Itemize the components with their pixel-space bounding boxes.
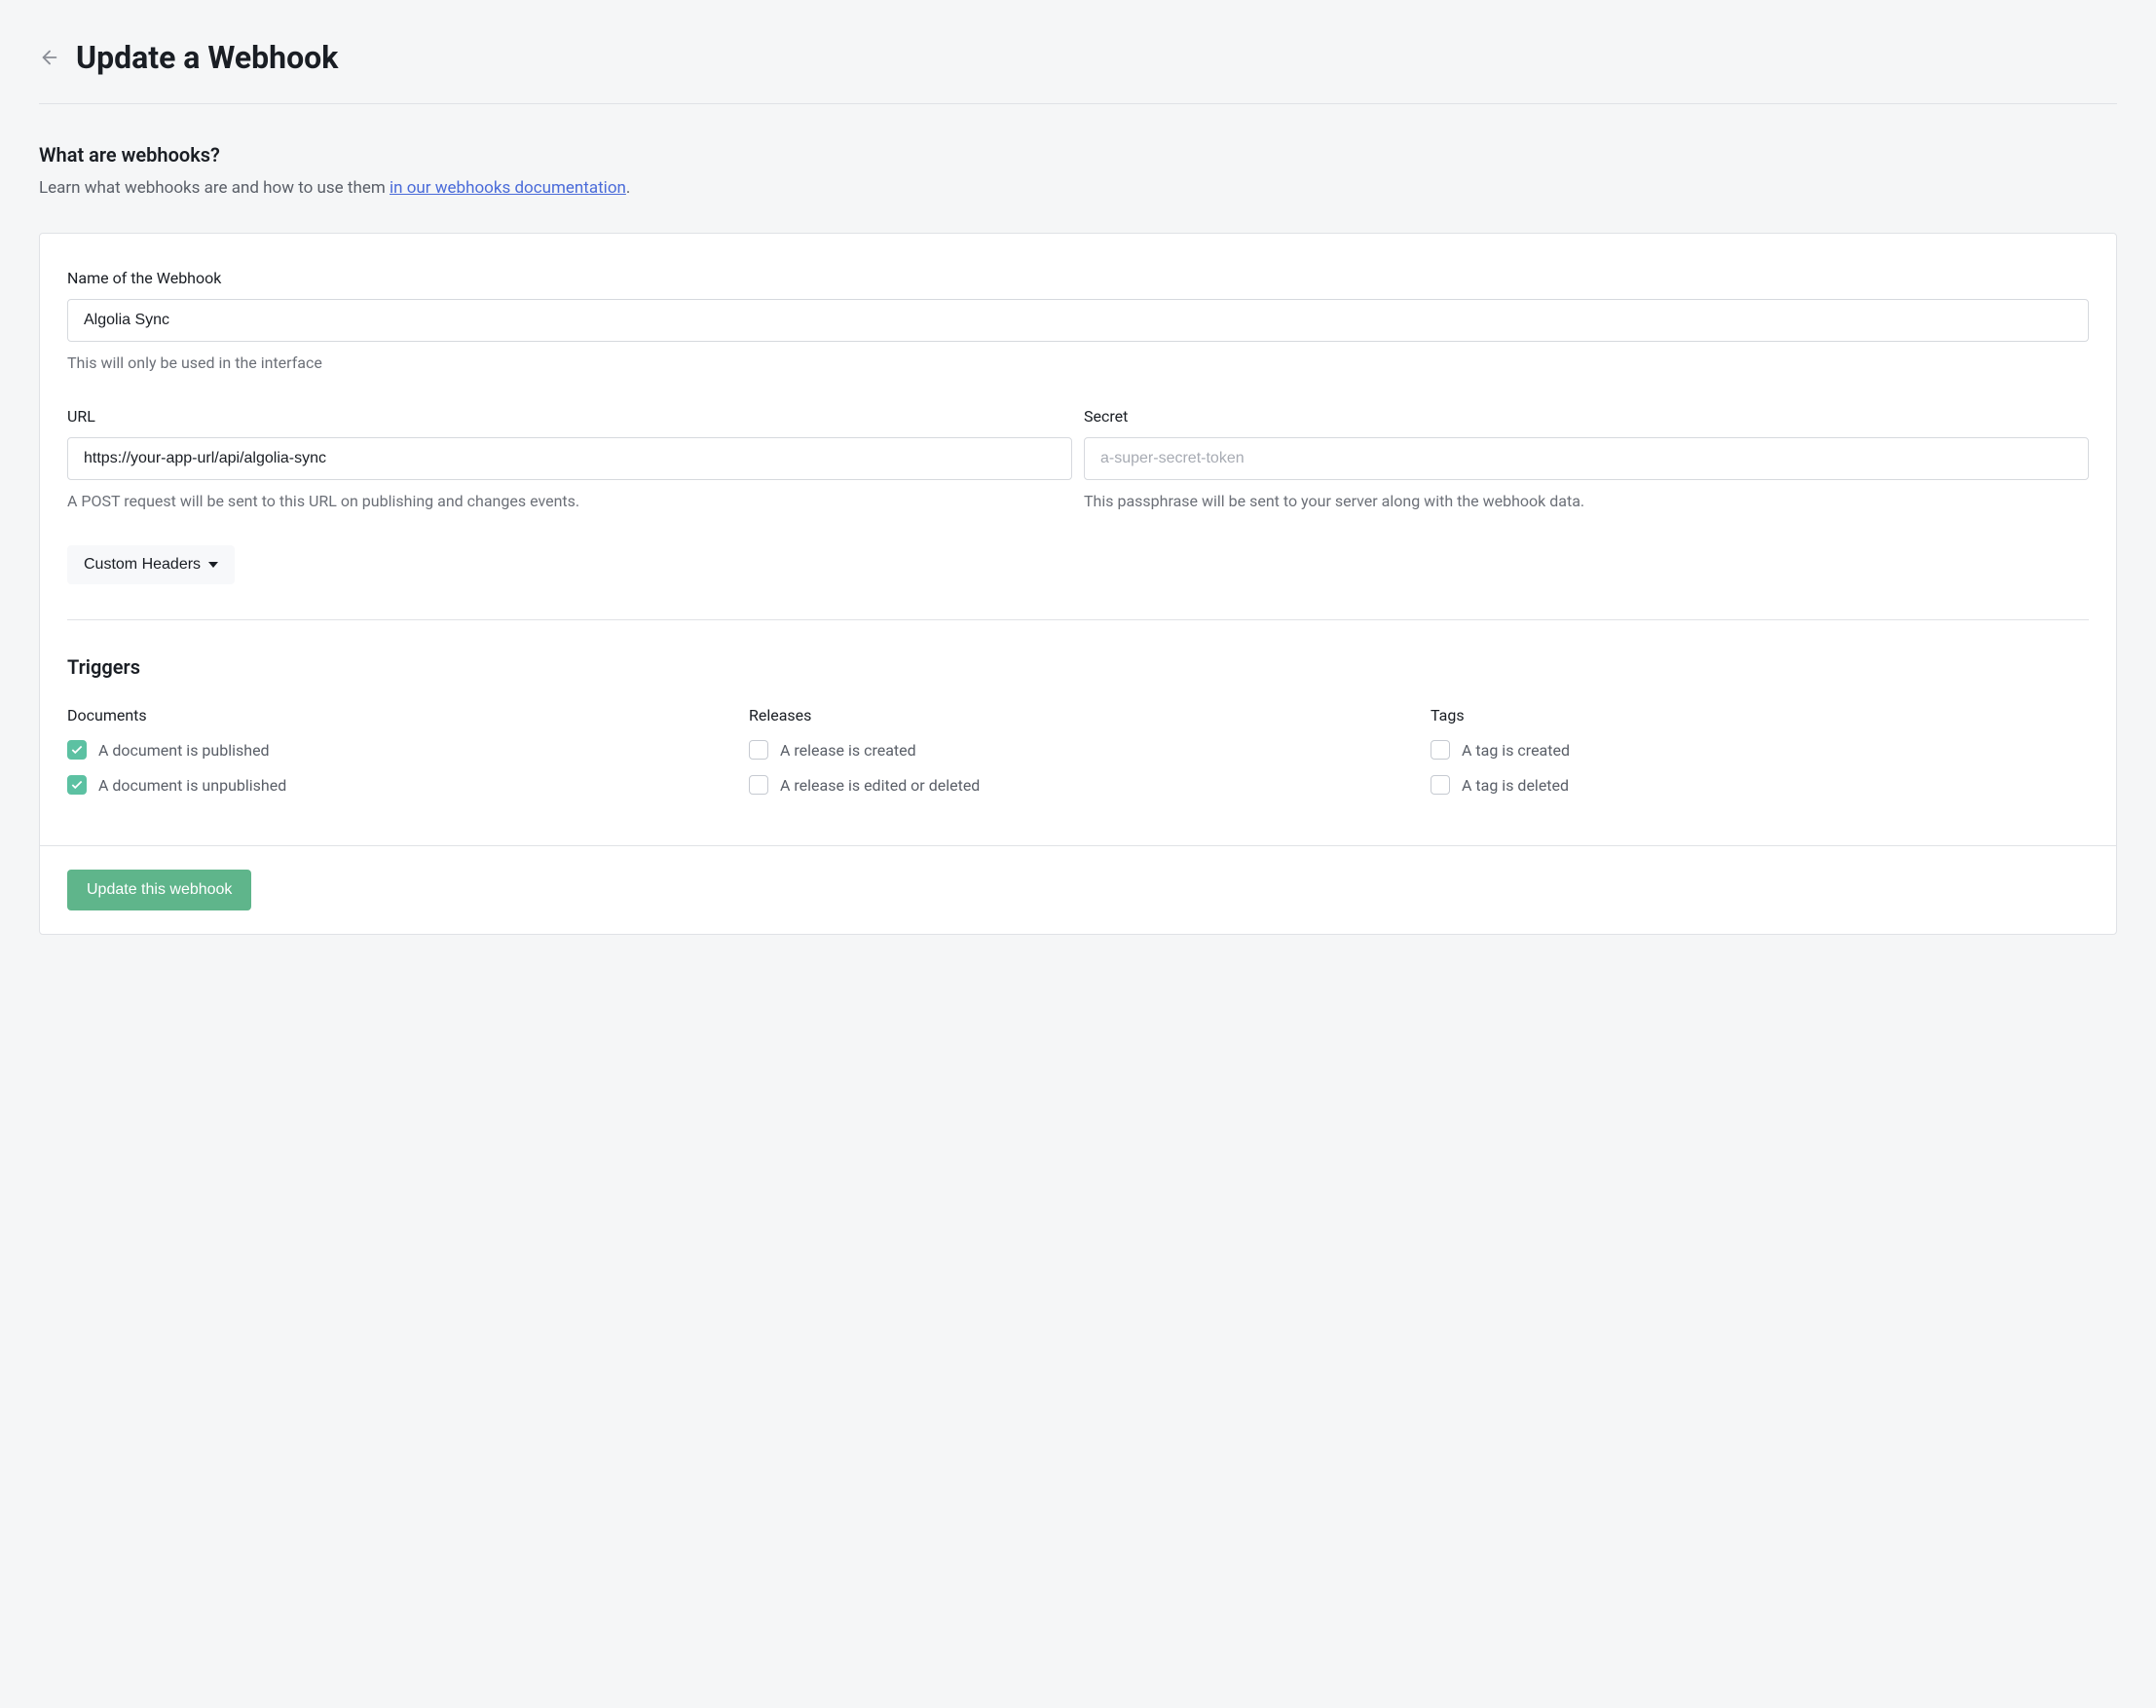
page-title: Update a Webhook bbox=[76, 39, 338, 76]
secret-input[interactable] bbox=[1084, 437, 2089, 480]
trigger-document-unpublished-checkbox[interactable] bbox=[67, 775, 87, 795]
secret-label: Secret bbox=[1084, 407, 2089, 426]
name-label: Name of the Webhook bbox=[67, 269, 2089, 287]
update-webhook-button[interactable]: Update this webhook bbox=[67, 870, 251, 910]
name-helper: This will only be used in the interface bbox=[67, 353, 2089, 372]
triggers-documents-label: Documents bbox=[67, 706, 725, 724]
trigger-tag-deleted-checkbox[interactable] bbox=[1431, 775, 1450, 795]
trigger-release-edited-deleted-checkbox[interactable] bbox=[749, 775, 768, 795]
triggers-releases-col: Releases A release is created A release … bbox=[749, 706, 1407, 810]
triggers-releases-label: Releases bbox=[749, 706, 1407, 724]
trigger-tag-deleted-label: A tag is deleted bbox=[1462, 776, 1569, 795]
trigger-document-unpublished-label: A document is unpublished bbox=[98, 776, 286, 795]
secret-group: Secret This passphrase will be sent to y… bbox=[1084, 407, 2089, 510]
docs-link[interactable]: in our webhooks documentation bbox=[390, 178, 626, 198]
trigger-release-created-checkbox[interactable] bbox=[749, 740, 768, 760]
url-secret-row: URL A POST request will be sent to this … bbox=[67, 407, 2089, 545]
caret-down-icon bbox=[208, 562, 218, 568]
url-input[interactable] bbox=[67, 437, 1072, 480]
url-group: URL A POST request will be sent to this … bbox=[67, 407, 1072, 510]
custom-headers-button[interactable]: Custom Headers bbox=[67, 545, 235, 584]
triggers-tags-label: Tags bbox=[1431, 706, 2089, 724]
page-header: Update a Webhook bbox=[39, 39, 2117, 104]
trigger-release-edited-deleted-label: A release is edited or deleted bbox=[780, 776, 980, 795]
intro-text-suffix: . bbox=[626, 178, 630, 198]
trigger-tag-deleted-row: A tag is deleted bbox=[1431, 775, 2089, 795]
trigger-tag-created-label: A tag is created bbox=[1462, 741, 1570, 760]
trigger-document-unpublished-row: A document is unpublished bbox=[67, 775, 725, 795]
trigger-release-created-row: A release is created bbox=[749, 740, 1407, 760]
url-label: URL bbox=[67, 407, 1072, 426]
triggers-tags-col: Tags A tag is created A tag is deleted bbox=[1431, 706, 2089, 810]
trigger-document-published-checkbox[interactable] bbox=[67, 740, 87, 760]
form-footer: Update this webhook bbox=[40, 845, 2116, 934]
trigger-tag-created-row: A tag is created bbox=[1431, 740, 2089, 760]
trigger-release-created-label: A release is created bbox=[780, 741, 916, 760]
triggers-heading: Triggers bbox=[67, 655, 2089, 679]
url-helper: A POST request will be sent to this URL … bbox=[67, 492, 1072, 510]
divider bbox=[67, 619, 2089, 620]
custom-headers-label: Custom Headers bbox=[84, 556, 201, 574]
trigger-document-published-row: A document is published bbox=[67, 740, 725, 760]
triggers-grid: Documents A document is published A docu… bbox=[67, 706, 2089, 810]
intro-text-prefix: Learn what webhooks are and how to use t… bbox=[39, 178, 390, 198]
name-input[interactable] bbox=[67, 299, 2089, 342]
trigger-document-published-label: A document is published bbox=[98, 741, 270, 760]
secret-helper: This passphrase will be sent to your ser… bbox=[1084, 492, 2089, 510]
intro-text: Learn what webhooks are and how to use t… bbox=[39, 178, 2117, 198]
trigger-release-edited-deleted-row: A release is edited or deleted bbox=[749, 775, 1407, 795]
form-card: Name of the Webhook This will only be us… bbox=[39, 233, 2117, 935]
form-body: Name of the Webhook This will only be us… bbox=[40, 234, 2116, 810]
trigger-tag-created-checkbox[interactable] bbox=[1431, 740, 1450, 760]
back-arrow-icon[interactable] bbox=[39, 47, 60, 68]
triggers-documents-col: Documents A document is published A docu… bbox=[67, 706, 725, 810]
intro-section: What are webhooks? Learn what webhooks a… bbox=[39, 143, 2117, 198]
name-group: Name of the Webhook This will only be us… bbox=[67, 269, 2089, 372]
intro-heading: What are webhooks? bbox=[39, 143, 2117, 167]
